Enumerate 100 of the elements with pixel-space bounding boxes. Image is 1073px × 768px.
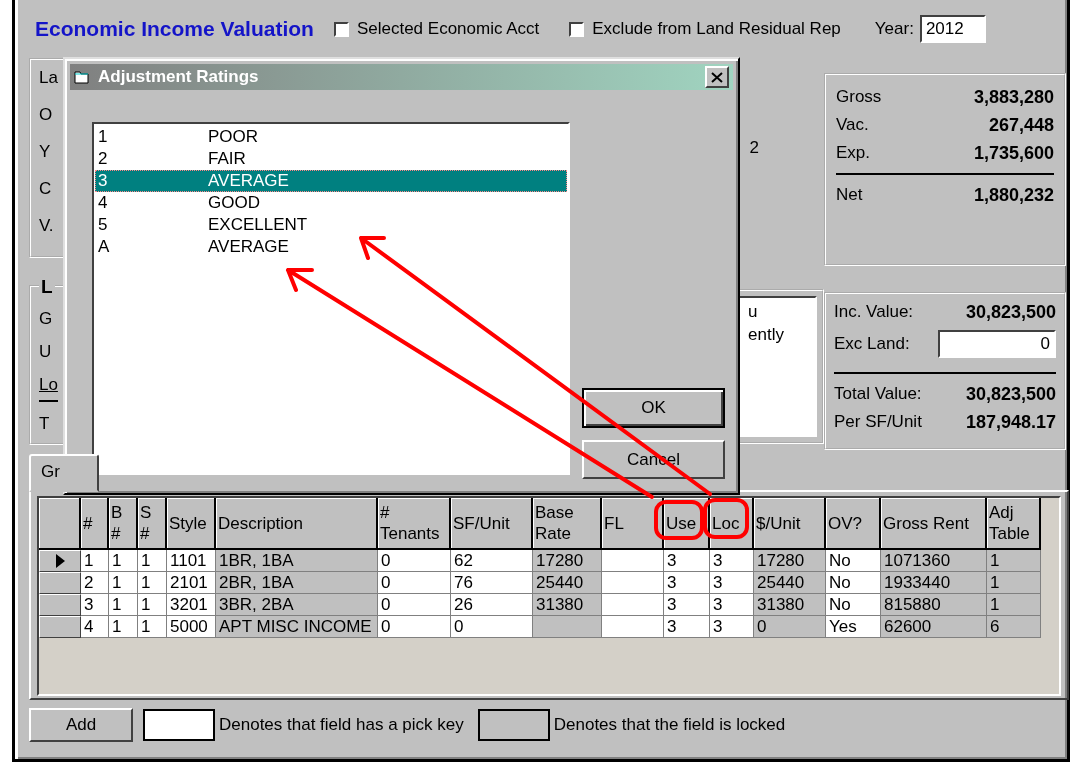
column-header[interactable]: Style xyxy=(167,498,216,550)
table-cell: 2101 xyxy=(167,572,216,594)
column-header[interactable]: # xyxy=(81,498,109,550)
value-amount: 30,823,500 xyxy=(965,383,1056,407)
table-cell: No xyxy=(826,550,881,572)
table-cell: 1 xyxy=(987,550,1041,572)
checkbox-label: Exclude from Land Residual Rep xyxy=(592,19,841,39)
column-header[interactable]: S # xyxy=(138,498,167,550)
summary-label: Gross xyxy=(836,86,882,108)
list-item[interactable]: 1 POOR xyxy=(95,126,567,148)
year-field[interactable]: 2012 xyxy=(919,15,986,43)
list-item[interactable]: 4 GOOD xyxy=(95,192,567,214)
tab[interactable]: Gr xyxy=(29,454,99,492)
table-cell: 1 xyxy=(81,550,109,572)
column-header[interactable]: SF/Unit xyxy=(451,498,533,550)
legend-text: Denotes that the field is locked xyxy=(553,715,786,735)
table-cell: 1 xyxy=(138,572,167,594)
value-amount: 30,823,500 xyxy=(965,301,1056,325)
current-row-icon xyxy=(55,554,65,568)
row-selector[interactable] xyxy=(39,550,81,572)
column-header[interactable]: FL xyxy=(602,498,664,550)
field-label: Y xyxy=(39,141,51,163)
table-cell: 5000 xyxy=(167,616,216,638)
table-cell: 31380 xyxy=(533,594,602,616)
value-amount: 187,948.17 xyxy=(965,411,1056,435)
table-cell: 3201 xyxy=(167,594,216,616)
row-selector[interactable] xyxy=(39,616,81,638)
table-cell: 0 xyxy=(378,594,451,616)
checkbox[interactable] xyxy=(333,21,349,37)
field-label: G xyxy=(39,308,53,330)
table-cell: 3 xyxy=(710,616,754,638)
column-header[interactable]: Description xyxy=(216,498,378,550)
value-label: Inc. Value: xyxy=(834,301,914,324)
row-selector[interactable] xyxy=(39,572,81,594)
table-cell: 1 xyxy=(109,550,138,572)
table-cell: 0 xyxy=(378,572,451,594)
column-header[interactable]: OV? xyxy=(826,498,881,550)
table-cell: 3 xyxy=(664,594,710,616)
table-cell: No xyxy=(826,594,881,616)
table-cell: 2BR, 1BA xyxy=(216,572,378,594)
column-header[interactable]: $/Unit xyxy=(754,498,826,550)
table-cell: 3 xyxy=(710,572,754,594)
table-cell: 3 xyxy=(81,594,109,616)
summary-value: 267,448 xyxy=(988,114,1054,137)
legend-text: Denotes that field has a pick key xyxy=(219,715,464,735)
table-cell: Yes xyxy=(826,616,881,638)
value-label: Exc Land: xyxy=(834,333,910,356)
year-label: Year: xyxy=(874,19,914,39)
table-cell: 62 xyxy=(451,550,533,572)
table-cell: 0 xyxy=(451,616,533,638)
table-cell: 25440 xyxy=(533,572,602,594)
table-cell: 1 xyxy=(109,572,138,594)
column-header[interactable]: Gross Rent xyxy=(881,498,987,550)
list-item[interactable]: 2 FAIR xyxy=(95,148,567,170)
add-button[interactable]: Add xyxy=(29,708,133,742)
ok-button[interactable]: OK xyxy=(582,388,725,428)
table-cell: 1 xyxy=(138,616,167,638)
table-cell: 3 xyxy=(664,550,710,572)
table-cell: APT MISC INCOME xyxy=(216,616,378,638)
column-header[interactable]: Base Rate xyxy=(533,498,602,550)
list-item[interactable]: 5 EXCELLENT xyxy=(95,214,567,236)
table-cell: 31380 xyxy=(754,594,826,616)
table-cell: 3 xyxy=(710,594,754,616)
table-cell: 815880 xyxy=(881,594,987,616)
column-header[interactable]: B # xyxy=(109,498,138,550)
row-selector[interactable] xyxy=(39,594,81,616)
column-header[interactable]: Adj Table xyxy=(987,498,1041,550)
table-cell: 2 xyxy=(81,572,109,594)
list-item[interactable]: A AVERAGE xyxy=(95,236,567,258)
table-cell: 25440 xyxy=(754,572,826,594)
notes-text: u xyxy=(747,301,758,323)
value-label: Total Value: xyxy=(834,383,922,406)
dialog-title: Adjustment Ratings xyxy=(98,67,259,87)
table-cell: 0 xyxy=(378,550,451,572)
table-cell: 1 xyxy=(109,594,138,616)
table-cell: No xyxy=(826,572,881,594)
field-label: Lo xyxy=(39,373,58,402)
table-cell: 76 xyxy=(451,572,533,594)
checkbox[interactable] xyxy=(569,21,585,37)
table-cell: 6 xyxy=(987,616,1041,638)
exc-land-field[interactable]: 0 xyxy=(938,330,1056,359)
table-cell: 3 xyxy=(664,616,710,638)
column-header[interactable]: # Tenants xyxy=(378,498,451,550)
table-cell: 3 xyxy=(664,572,710,594)
close-button[interactable] xyxy=(705,66,729,88)
table-cell: 1BR, 1BA xyxy=(216,550,378,572)
summary-label: Vac. xyxy=(836,114,869,136)
summary-value: 1,880,232 xyxy=(973,184,1054,207)
table-cell: 1101 xyxy=(167,550,216,572)
summary-label: Net xyxy=(836,184,863,206)
field-label: C xyxy=(39,178,52,200)
value-label: Per SF/Unit xyxy=(834,411,922,434)
table-cell: 0 xyxy=(754,616,826,638)
close-icon xyxy=(711,71,723,83)
table-cell: 3BR, 2BA xyxy=(216,594,378,616)
notes-text: ently xyxy=(747,324,784,346)
field-label: La xyxy=(39,67,58,89)
list-item[interactable]: 3 AVERAGE xyxy=(95,170,567,192)
form-title: Economic Income Valuation xyxy=(35,17,314,41)
row-header-corner xyxy=(39,498,81,550)
